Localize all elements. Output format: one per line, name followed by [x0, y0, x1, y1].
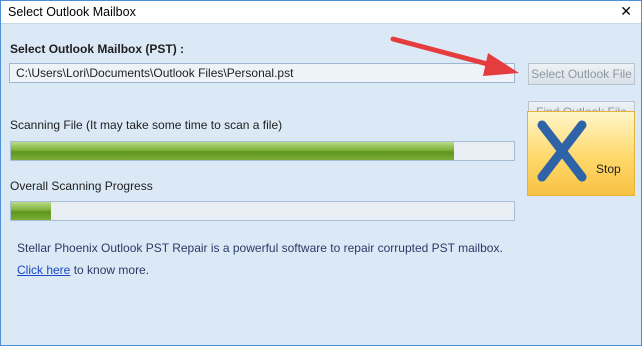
x-icon [537, 120, 587, 182]
title-bar: Select Outlook Mailbox ✕ [1, 1, 641, 24]
mailbox-label: Select Outlook Mailbox (PST) : [10, 42, 185, 56]
close-icon[interactable]: ✕ [620, 4, 632, 18]
scanning-file-label: Scanning File (It may take some time to … [10, 118, 283, 132]
select-outlook-mailbox-dialog: Select Outlook Mailbox ✕ Select Outlook … [0, 0, 642, 346]
know-more-line: Click here to know more. [17, 263, 149, 277]
scanning-file-progress-fill [11, 142, 454, 160]
click-here-link[interactable]: Click here [17, 263, 70, 277]
overall-progress-bar [10, 201, 515, 221]
know-more-text: to know more. [73, 263, 150, 277]
scanning-file-progress-bar [10, 141, 515, 161]
select-outlook-file-button[interactable]: Select Outlook File [528, 63, 635, 85]
overall-progress-label: Overall Scanning Progress [10, 179, 153, 193]
window-title: Select Outlook Mailbox [8, 5, 136, 19]
overall-progress-fill [11, 202, 52, 220]
stop-button[interactable]: Stop [527, 111, 635, 196]
red-arrow-annotation [390, 36, 519, 76]
stop-button-label: Stop [596, 162, 621, 176]
product-description: Stellar Phoenix Outlook PST Repair is a … [17, 241, 503, 255]
